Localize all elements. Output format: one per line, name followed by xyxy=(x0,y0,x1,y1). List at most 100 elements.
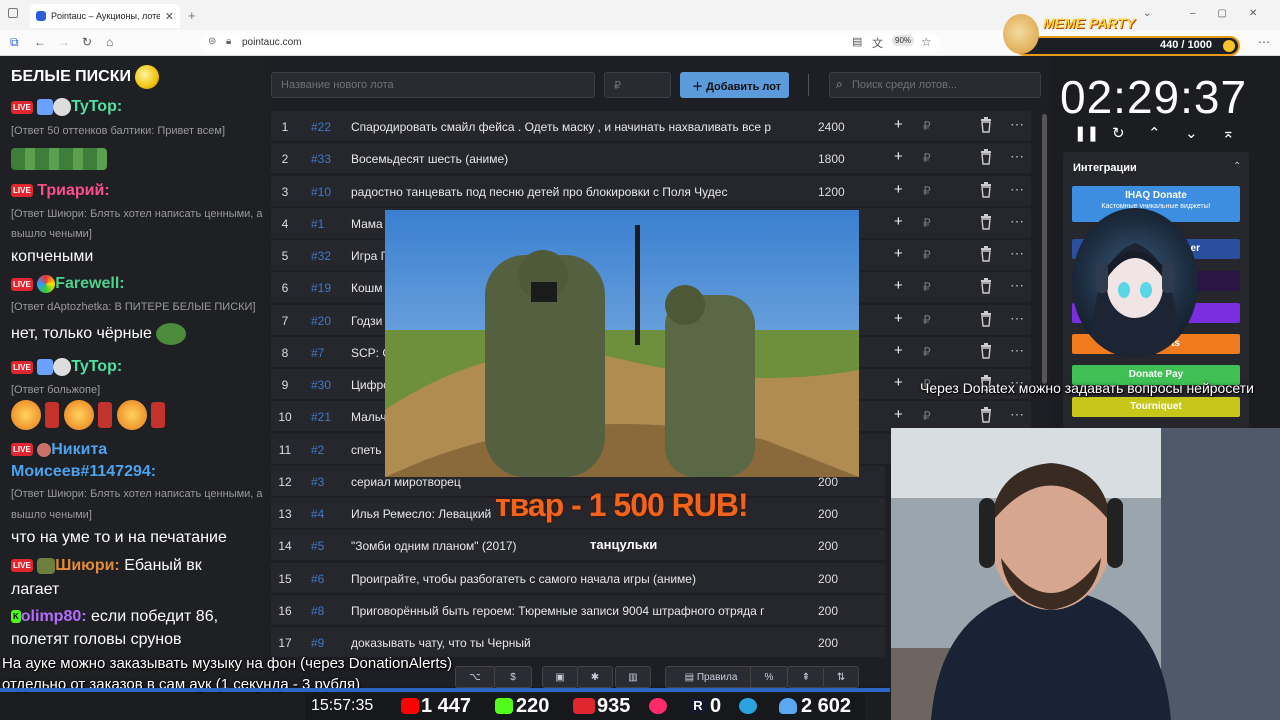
more-icon[interactable]: ⋯ xyxy=(1010,181,1024,198)
lot-name: Спародировать смайл фейса . Одеть маску … xyxy=(351,120,772,134)
add-amount-icon[interactable]: + xyxy=(894,310,903,327)
add-amount-icon[interactable]: + xyxy=(894,245,903,262)
ruble-icon: ₽ xyxy=(923,184,931,198)
add-amount-icon[interactable]: + xyxy=(894,406,903,423)
trash-icon[interactable] xyxy=(980,115,992,135)
more-icon[interactable]: ⋯ xyxy=(1010,213,1024,230)
rules-label: Правила xyxy=(696,672,738,683)
more-icon[interactable]: ⋯ xyxy=(1010,342,1024,359)
total-viewers: 2 602 xyxy=(801,695,852,717)
double-chevron-up-icon[interactable]: ⌅ xyxy=(1222,124,1235,142)
meme-title: MEME PARTY xyxy=(1043,15,1136,31)
lot-row[interactable]: 2 #33 Восемьдесят шесть (аниме) 1800 + ₽ ⋯ xyxy=(271,143,1031,173)
reader-icon[interactable]: ▤ xyxy=(852,35,862,48)
new-tab-icon[interactable]: + xyxy=(188,8,196,23)
kick-badge-icon: K xyxy=(11,610,21,624)
search-lots-input[interactable]: ⌕ Поиск среди лотов... xyxy=(829,72,1041,98)
trash-icon[interactable] xyxy=(980,147,992,167)
forward-icon[interactable]: → xyxy=(58,35,70,49)
url-field[interactable]: ⊜ 🔒︎ pointauc.com xyxy=(200,33,940,53)
percent-icon[interactable]: % xyxy=(750,666,788,688)
sort-icon[interactable]: ⇅ xyxy=(823,666,859,688)
lot-amount: 1800 xyxy=(818,152,845,166)
browser-tab[interactable]: Pointauc – Аукционы, лотереи ✕ xyxy=(30,4,180,28)
tab-actions-icon[interactable] xyxy=(8,8,18,18)
new-lot-input[interactable]: Название нового лота xyxy=(271,72,595,98)
lot-row[interactable]: 17 #9 доказывать чату, что ты Черный 200 xyxy=(271,627,885,657)
back-icon[interactable]: ← xyxy=(34,35,46,49)
reload-icon[interactable]: ↻ xyxy=(82,35,92,49)
scrollbar[interactable] xyxy=(1042,114,1047,384)
github-icon[interactable]: ⌥ xyxy=(455,666,495,688)
more-icon[interactable]: ⋯ xyxy=(1010,277,1024,294)
rules-button[interactable]: ▤ Правила xyxy=(665,666,757,688)
home-icon[interactable]: ⌂ xyxy=(106,35,113,49)
favorite-star-icon[interactable]: ☆ xyxy=(921,35,932,49)
donation-message: танцульки xyxy=(590,537,658,552)
lot-row[interactable]: 15 #6 Проиграйте, чтобы разбогатеть с само… xyxy=(271,563,885,593)
dollar-icon[interactable]: $ xyxy=(494,666,532,688)
split-icon[interactable]: ⇞ xyxy=(787,666,825,688)
lot-number: 8 xyxy=(281,346,289,360)
reset-icon[interactable]: ↻ xyxy=(1112,124,1125,142)
save-icon[interactable]: ▣ xyxy=(542,666,578,688)
plus-icon: ＋ xyxy=(692,81,703,93)
add-amount-icon[interactable]: + xyxy=(894,148,903,165)
site-info-icon[interactable]: ⊜ xyxy=(208,36,216,47)
zoom-badge[interactable]: 90% xyxy=(892,35,915,46)
live-badge-icon: LIVE xyxy=(11,559,33,573)
translate-icon[interactable]: 文 xyxy=(872,35,883,51)
more-icon[interactable]: ⋯ xyxy=(1010,310,1024,327)
chevron-up-icon[interactable]: ⌃ xyxy=(1148,124,1161,142)
more-icon[interactable]: ⋯ xyxy=(1010,245,1024,262)
bug-icon[interactable]: ✱ xyxy=(577,666,613,688)
trash-icon[interactable] xyxy=(980,405,992,425)
add-amount-icon[interactable]: + xyxy=(894,116,903,133)
chat-message: копчеными xyxy=(11,248,94,265)
chevron-down-icon[interactable]: ⌄ xyxy=(1185,124,1198,142)
lot-row[interactable]: 16 #8 Приговорённый быть героем: Тюремные … xyxy=(271,595,885,625)
chat-reply: [Ответ dAptozhetka: В ПИТЕРЕ БЕЛЫЕ ПИСКИ… xyxy=(11,301,256,313)
add-amount-icon[interactable]: + xyxy=(894,181,903,198)
close-tab-icon[interactable]: ✕ xyxy=(165,10,174,23)
tab-list-icon[interactable]: ⧉ xyxy=(10,35,19,50)
trash-icon[interactable] xyxy=(980,180,992,200)
trash-icon[interactable] xyxy=(980,244,992,264)
lot-row[interactable]: 1 #22 Спародировать смайл фейса . Одеть ма… xyxy=(271,111,1031,141)
add-amount-icon[interactable]: + xyxy=(894,374,903,391)
rutube-viewers: 0 xyxy=(710,695,722,717)
vk-viewers: 935 xyxy=(597,695,631,717)
menu-dots-icon[interactable]: ⋯ xyxy=(1258,35,1270,49)
trash-icon[interactable] xyxy=(980,212,992,232)
lot-id: #20 xyxy=(311,314,332,328)
trash-icon[interactable] xyxy=(980,276,992,296)
tourniquet-button[interactable]: Tourniquet xyxy=(1072,397,1240,417)
bear-avatar-icon xyxy=(53,98,72,116)
chat-message: нет, только чёрные xyxy=(11,323,187,345)
add-lot-button[interactable]: ＋ Добавить лот xyxy=(680,72,789,98)
lot-id: #19 xyxy=(311,281,332,295)
clear-icon[interactable]: ▥ xyxy=(615,666,651,688)
music-ticker-line1: На ауке можно заказывать музыку на фон (… xyxy=(2,655,453,672)
lot-number: 10 xyxy=(278,410,292,424)
add-amount-icon[interactable]: + xyxy=(894,213,903,230)
more-icon[interactable]: ⋯ xyxy=(1010,406,1024,423)
lot-amount-input[interactable]: ₽ xyxy=(604,72,671,98)
trash-icon[interactable] xyxy=(980,309,992,329)
add-amount-icon[interactable]: + xyxy=(894,342,903,359)
pause-icon[interactable]: ❚❚ xyxy=(1074,124,1099,142)
lot-row[interactable]: 14 #5 "Зомби одним планом" (2017) 200 xyxy=(271,530,885,560)
add-amount-icon[interactable]: + xyxy=(894,277,903,294)
progress-line xyxy=(0,688,890,692)
collapse-icon[interactable]: ⌃ xyxy=(1233,161,1241,172)
lot-amount: 200 xyxy=(818,604,839,618)
more-icon[interactable]: ⋯ xyxy=(1010,148,1024,165)
lot-row[interactable]: 3 #10 радостно танцевать под песню детей п… xyxy=(271,176,1031,206)
anime-girl-avatar-icon xyxy=(1090,243,1180,358)
auction-timer: 02:29:37 xyxy=(1060,71,1248,123)
chat-user-name-cont: Моисеев#1147294: xyxy=(11,463,157,480)
more-icon[interactable]: ⋯ xyxy=(1010,116,1024,133)
trash-icon[interactable] xyxy=(980,341,992,361)
chat-reply: [Ответ Шиюри: Блять хотел написать ценны… xyxy=(11,488,263,500)
lot-number: 15 xyxy=(278,572,292,586)
